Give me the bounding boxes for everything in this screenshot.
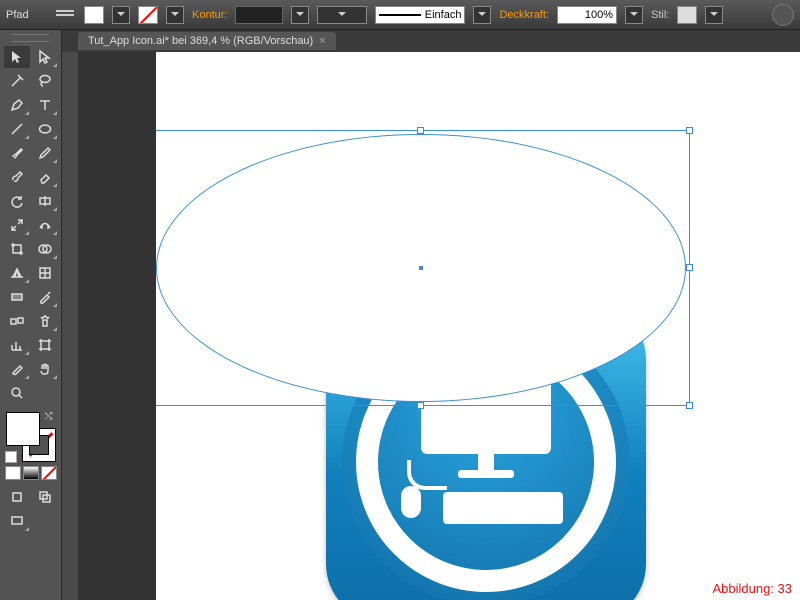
selection-bounding-box[interactable] (156, 130, 690, 406)
rotate-tool[interactable] (4, 190, 30, 212)
blob-brush-tool[interactable] (4, 166, 30, 188)
panel-title: Pfad (6, 9, 29, 21)
color-mode-solid[interactable] (5, 466, 21, 480)
hand-tool[interactable] (32, 358, 58, 380)
opacity-input[interactable] (557, 6, 617, 24)
tools-drag-handle[interactable] (12, 34, 49, 42)
eraser-tool[interactable] (32, 166, 58, 188)
keyboard-icon (443, 492, 563, 524)
reflect-tool[interactable] (32, 190, 58, 212)
stroke-weight-input[interactable] (235, 6, 283, 24)
swap-fill-stroke-icon[interactable]: ⤭ (45, 411, 57, 423)
drawing-mode-normal[interactable] (4, 486, 30, 508)
opacity-label: Deckkraft: (499, 9, 549, 21)
blend-tool[interactable] (4, 310, 30, 332)
mesh-tool[interactable] (32, 262, 58, 284)
shape-builder-tool[interactable] (32, 238, 58, 260)
style-label: Stil: (651, 9, 669, 21)
slice-tool[interactable] (4, 358, 30, 380)
document-tab[interactable]: Tut_App Icon.ai* bei 369,4 % (RGB/Vorsch… (78, 32, 336, 50)
zoom-tool[interactable] (4, 382, 30, 404)
brush-definition[interactable]: Einfach (375, 6, 465, 24)
screen-mode[interactable] (4, 510, 30, 532)
var-width-dropdown[interactable] (317, 6, 367, 24)
handle-top-right[interactable] (686, 127, 693, 134)
scale-tool[interactable] (4, 214, 30, 236)
default-fill-stroke-icon[interactable] (5, 451, 17, 463)
brush-label: Einfach (425, 9, 462, 21)
line-tool[interactable] (4, 118, 30, 140)
mouse-icon (401, 486, 421, 518)
handle-bottom-mid[interactable] (417, 402, 424, 409)
opacity-dropdown[interactable] (625, 6, 643, 24)
fill-stroke-control[interactable]: ⤭ (6, 412, 56, 462)
cloud-sync-icon[interactable] (772, 4, 794, 26)
canvas[interactable]: Abbildung: 33 (156, 52, 800, 600)
left-gutter (62, 52, 78, 600)
column-graph-tool[interactable] (4, 334, 30, 356)
figure-caption: Abbildung: 33 (712, 581, 792, 596)
fill-dropdown[interactable] (112, 6, 130, 24)
color-mode-none[interactable] (41, 466, 57, 480)
handle-top-mid[interactable] (417, 127, 424, 134)
gradient-tool[interactable] (4, 286, 30, 308)
panel-title-strip: Pfad (0, 0, 78, 30)
style-dropdown[interactable] (705, 6, 723, 24)
document-side-area (78, 52, 156, 600)
panel-menu-icon[interactable] (56, 10, 74, 20)
handle-bottom-right[interactable] (686, 402, 693, 409)
symbol-sprayer-tool[interactable] (32, 310, 58, 332)
pencil-tool[interactable] (32, 142, 58, 164)
handle-mid-right[interactable] (686, 264, 693, 271)
kontur-label: Kontur: (192, 9, 227, 21)
stroke-weight-dropdown[interactable] (291, 6, 309, 24)
pen-tool[interactable] (4, 94, 30, 116)
stroke-dropdown[interactable] (166, 6, 184, 24)
free-transform-tool[interactable] (4, 238, 30, 260)
color-mode-row (4, 466, 57, 480)
type-tool[interactable] (32, 94, 58, 116)
tools-panel: ⤭ (0, 30, 62, 600)
perspective-grid-tool[interactable] (4, 262, 30, 284)
color-mode-gradient[interactable] (23, 466, 39, 480)
fill-color-box[interactable] (6, 412, 40, 446)
ellipse-tool[interactable] (32, 118, 58, 140)
brush-dropdown[interactable] (473, 6, 491, 24)
fill-swatch[interactable] (84, 6, 104, 24)
selection-tool[interactable] (4, 46, 30, 68)
paintbrush-tool[interactable] (4, 142, 30, 164)
artboard-tool[interactable] (32, 334, 58, 356)
style-swatch[interactable] (677, 6, 697, 24)
direct-selection-tool[interactable] (32, 46, 58, 68)
monitor-base-icon (458, 470, 514, 478)
magic-wand-tool[interactable] (4, 70, 30, 92)
width-tool[interactable] (32, 214, 58, 236)
stroke-swatch[interactable] (138, 6, 158, 24)
document-tab-title: Tut_App Icon.ai* bei 369,4 % (RGB/Vorsch… (88, 35, 313, 47)
control-bar: Kontur: Einfach Deckkraft: Stil: (0, 0, 800, 30)
selection-center-point (419, 266, 423, 270)
close-tab-icon[interactable]: × (319, 35, 325, 47)
lasso-tool[interactable] (32, 70, 58, 92)
document-tab-bar: Tut_App Icon.ai* bei 369,4 % (RGB/Vorsch… (0, 30, 800, 52)
drawing-mode-behind[interactable] (32, 486, 58, 508)
stroke-line-icon (379, 14, 420, 16)
eyedropper-tool[interactable] (32, 286, 58, 308)
